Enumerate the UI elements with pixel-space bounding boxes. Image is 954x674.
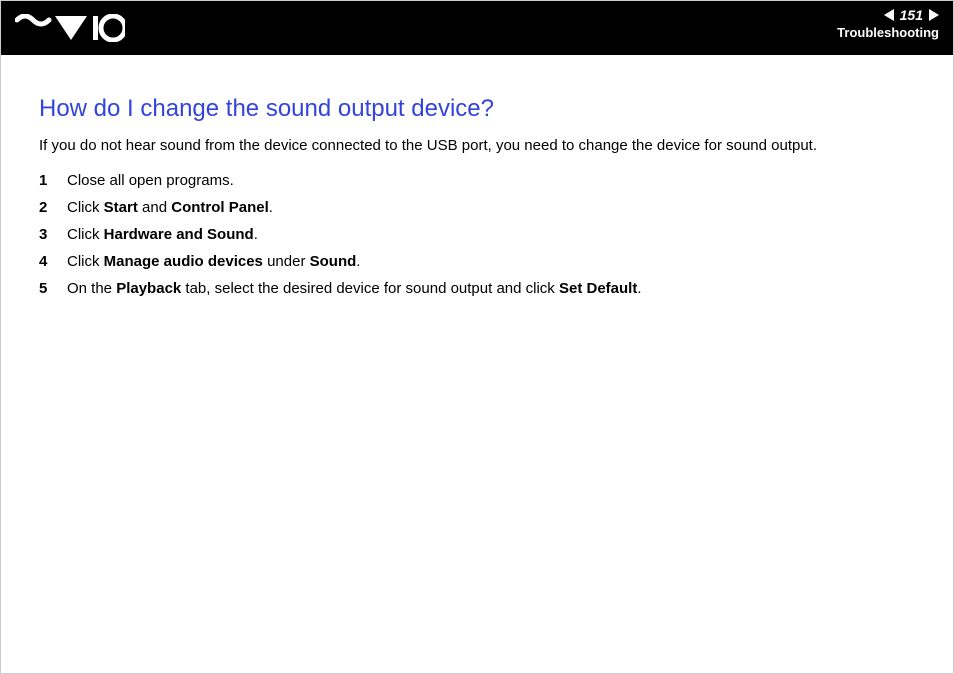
next-page-icon[interactable] xyxy=(929,9,939,21)
intro-text: If you do not hear sound from the device… xyxy=(39,137,915,154)
step-item: 2Click Start and Control Panel. xyxy=(39,199,915,216)
step-number: 4 xyxy=(39,253,67,270)
step-item: 1Close all open programs. xyxy=(39,172,915,189)
prev-page-icon[interactable] xyxy=(884,9,894,21)
page-content: How do I change the sound output device?… xyxy=(1,55,953,297)
vaio-logo xyxy=(15,14,125,42)
step-text: Click Start and Control Panel. xyxy=(67,199,273,216)
step-number: 2 xyxy=(39,199,67,216)
header-bar: 151 Troubleshooting xyxy=(1,1,953,55)
step-text: Click Manage audio devices under Sound. xyxy=(67,253,360,270)
step-item: 4Click Manage audio devices under Sound. xyxy=(39,253,915,270)
page-number: 151 xyxy=(898,7,925,23)
step-item: 5On the Playback tab, select the desired… xyxy=(39,280,915,297)
page-title: How do I change the sound output device? xyxy=(39,95,915,123)
step-text: Close all open programs. xyxy=(67,172,234,189)
page-navigator: 151 xyxy=(884,7,939,23)
step-number: 5 xyxy=(39,280,67,297)
step-text: On the Playback tab, select the desired … xyxy=(67,280,642,297)
step-number: 3 xyxy=(39,226,67,243)
step-item: 3Click Hardware and Sound. xyxy=(39,226,915,243)
step-text: Click Hardware and Sound. xyxy=(67,226,258,243)
step-number: 1 xyxy=(39,172,67,189)
steps-list: 1Close all open programs.2Click Start an… xyxy=(39,172,915,297)
section-label: Troubleshooting xyxy=(837,25,939,40)
